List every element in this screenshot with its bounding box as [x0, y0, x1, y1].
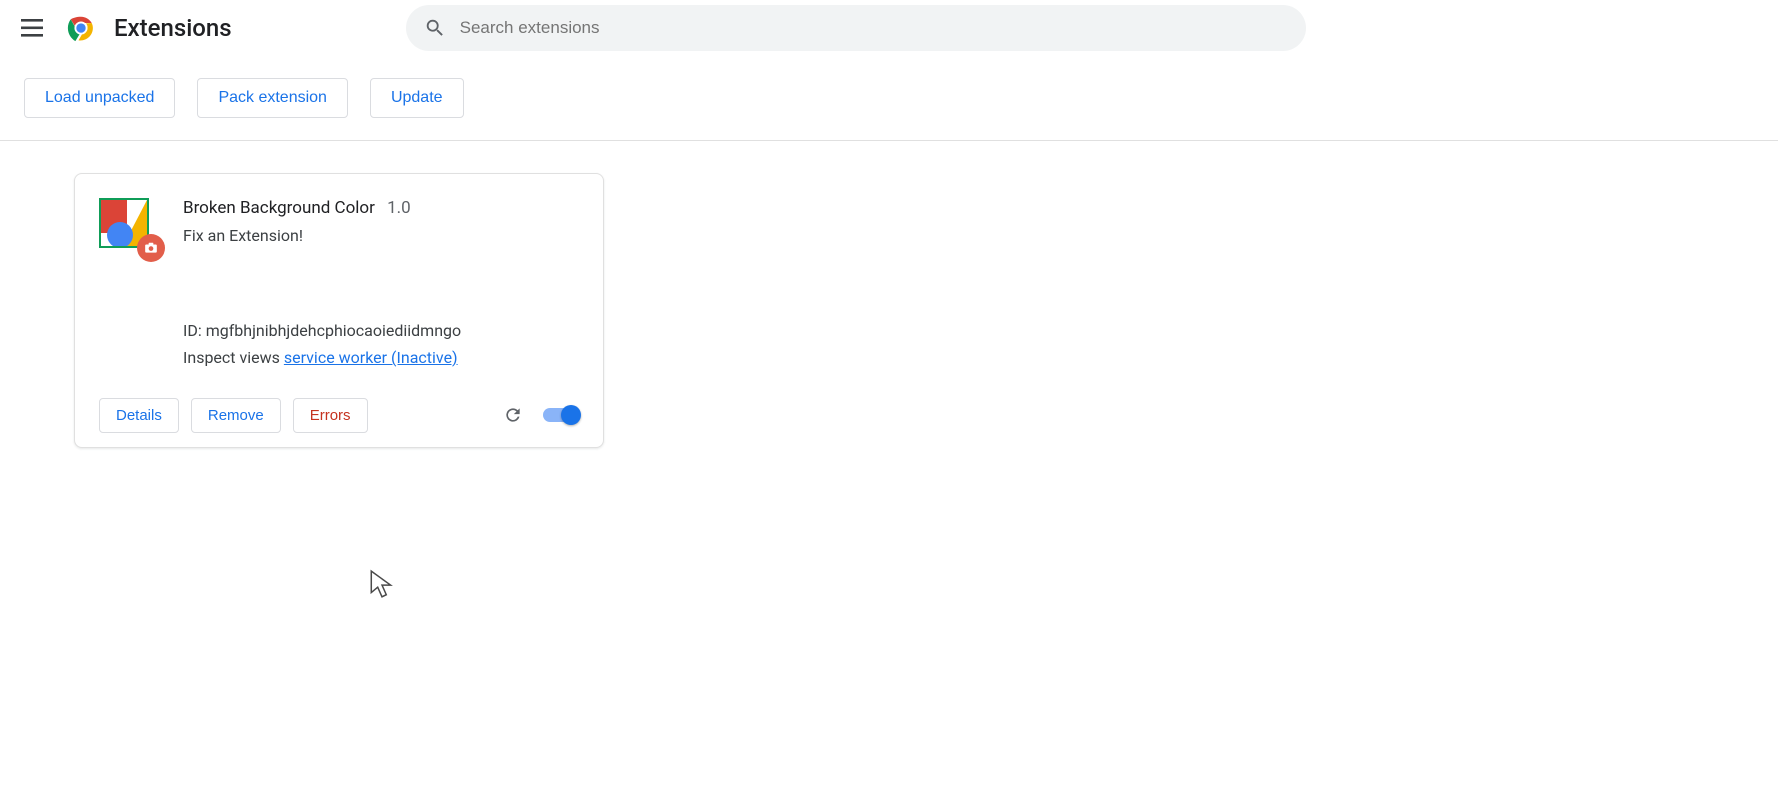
pack-extension-button[interactable]: Pack extension	[197, 78, 348, 118]
search-input[interactable]	[460, 18, 1288, 38]
extension-version: 1.0	[387, 198, 411, 218]
header: Extensions	[0, 0, 1778, 56]
reload-button[interactable]	[495, 397, 531, 433]
unpacked-badge-icon	[137, 234, 165, 262]
service-worker-link[interactable]: service worker (Inactive)	[284, 348, 458, 367]
extension-name: Broken Background Color	[183, 198, 375, 218]
developer-toolbar: Load unpacked Pack extension Update	[0, 56, 1778, 141]
toggle-knob-icon	[561, 405, 581, 425]
errors-button[interactable]: Errors	[293, 398, 368, 433]
extension-icon	[99, 198, 153, 252]
card-actions: Details Remove Errors	[99, 397, 579, 433]
extension-description: Fix an Extension!	[183, 226, 461, 245]
extension-dev-info: ID: mgfbhjnibhjdehcphiocaoiediidmngo Ins…	[183, 317, 461, 371]
extension-meta: Broken Background Color 1.0 Fix an Exten…	[183, 198, 461, 371]
extension-id-value: mgfbhjnibhjdehcphiocaoiediidmngo	[206, 321, 461, 340]
enable-toggle[interactable]	[543, 408, 579, 422]
reload-icon	[503, 405, 523, 425]
mouse-cursor-icon	[369, 569, 395, 599]
update-button[interactable]: Update	[370, 78, 464, 118]
details-button[interactable]: Details	[99, 398, 179, 433]
chrome-logo-icon	[66, 13, 96, 43]
search-icon	[424, 17, 446, 39]
hamburger-icon	[21, 19, 43, 37]
extension-id-label: ID:	[183, 321, 202, 340]
search-container[interactable]	[406, 5, 1306, 51]
load-unpacked-button[interactable]: Load unpacked	[24, 78, 175, 118]
inspect-views-label: Inspect views	[183, 348, 280, 367]
extensions-grid: Broken Background Color 1.0 Fix an Exten…	[0, 141, 1778, 448]
remove-button[interactable]: Remove	[191, 398, 281, 433]
menu-button[interactable]	[12, 8, 52, 48]
extension-card: Broken Background Color 1.0 Fix an Exten…	[74, 173, 604, 448]
page-title: Extensions	[114, 14, 232, 42]
